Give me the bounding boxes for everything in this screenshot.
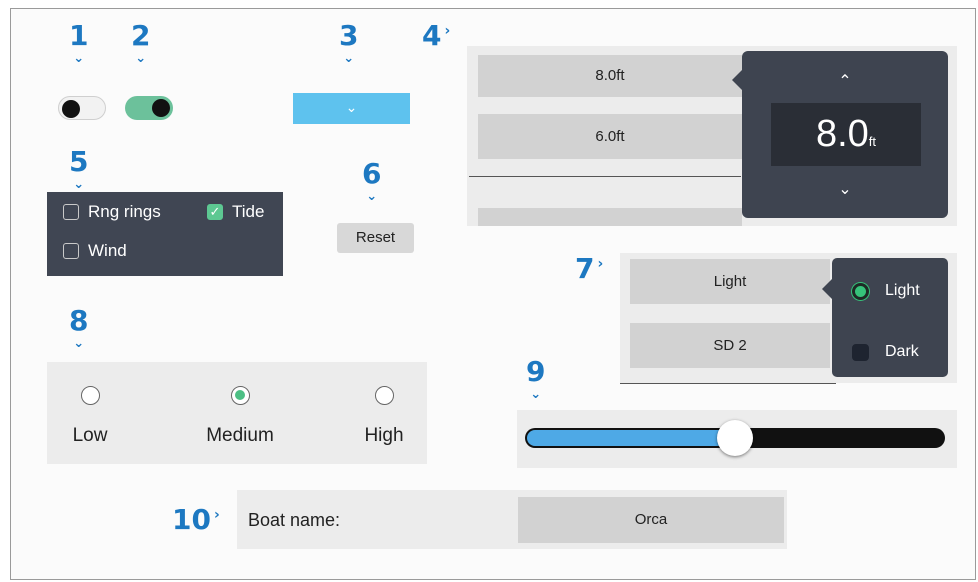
callout-2: 2 ⌄	[131, 19, 151, 66]
chevron-up-icon[interactable]: ⌃	[742, 71, 948, 91]
radio-circle	[80, 386, 100, 405]
checkbox-wind[interactable]: Wind	[63, 241, 127, 261]
callout-5: 5 ⌄	[69, 145, 89, 192]
slider-thumb[interactable]	[717, 420, 753, 456]
radio-selected-icon	[852, 282, 869, 300]
popup-pointer	[822, 278, 833, 300]
depth-field-1[interactable]: 8.0ft	[478, 55, 742, 97]
callout-3: 3 ⌄	[339, 19, 359, 66]
theme-field-2[interactable]: SD 2	[630, 323, 830, 368]
slider-fill	[527, 430, 735, 446]
divider	[620, 383, 836, 384]
toggle-knob	[152, 99, 170, 117]
theme-field-1[interactable]: Light	[630, 259, 830, 304]
checkbox-box	[63, 204, 79, 220]
divider	[469, 176, 741, 177]
radio-label: Low	[72, 425, 108, 446]
spinner-value: 8.0	[815, 113, 869, 155]
callout-8: 8 ⌄	[69, 304, 89, 351]
callout-4: 4 ›	[422, 19, 451, 52]
theme-options-popup: Light Dark	[822, 258, 948, 377]
reset-button[interactable]: Reset	[337, 223, 414, 253]
toggle-switch-on[interactable]	[125, 96, 173, 120]
radio-group-panel: Low Medium High	[47, 362, 427, 464]
radio-label: Medium	[206, 425, 274, 446]
callout-6: 6 ⌄	[362, 157, 382, 204]
spinner-display: 8.0ft	[771, 103, 921, 166]
checkbox-tide[interactable]: ✓ Tide	[207, 202, 264, 222]
boat-name-label: Boat name:	[248, 510, 341, 530]
toggle-switch-off[interactable]	[58, 96, 106, 120]
dropdown-button[interactable]: ⌄	[293, 93, 410, 124]
callout-1: 1 ⌄	[69, 19, 89, 66]
theme-option-light[interactable]: Light	[852, 282, 920, 300]
radio-circle-selected	[230, 386, 250, 405]
checkbox-box	[63, 243, 79, 259]
radio-medium[interactable]: Medium	[180, 386, 300, 447]
slider-track[interactable]	[525, 420, 945, 456]
checkbox-label: Wind	[88, 241, 127, 260]
theme-option-dark[interactable]: Dark	[852, 343, 919, 361]
radio-low[interactable]: Low	[30, 386, 150, 447]
checkbox-label: Rng rings	[88, 202, 161, 221]
toggle-knob	[62, 100, 80, 118]
checkmark-icon: ✓	[207, 204, 223, 220]
spinner-unit: ft	[868, 134, 877, 149]
chevron-down-icon: ⌄	[345, 99, 358, 115]
theme-option-label: Dark	[885, 343, 919, 360]
theme-option-label: Light	[885, 282, 920, 299]
radio-label: High	[364, 425, 404, 446]
callout-10: 10 ›	[172, 503, 220, 536]
chevron-down-icon[interactable]: ⌄	[742, 179, 948, 199]
checkbox-panel: Rng rings ✓ Tide Wind	[47, 192, 283, 276]
callout-9: 9 ⌄	[526, 355, 546, 402]
boat-name-input[interactable]: Orca	[518, 497, 784, 543]
checkbox-rng-rings[interactable]: Rng rings	[63, 202, 161, 222]
depth-field-3[interactable]	[478, 208, 742, 226]
checkbox-label: Tide	[232, 202, 265, 221]
depth-spinner-popup: ⌃ 8.0ft ⌄	[732, 51, 948, 218]
callout-7: 7 ›	[575, 252, 604, 285]
radio-circle	[374, 386, 394, 405]
radio-unselected-icon	[852, 343, 869, 361]
radio-high[interactable]: High	[324, 386, 444, 447]
depth-field-2[interactable]: 6.0ft	[478, 114, 742, 159]
